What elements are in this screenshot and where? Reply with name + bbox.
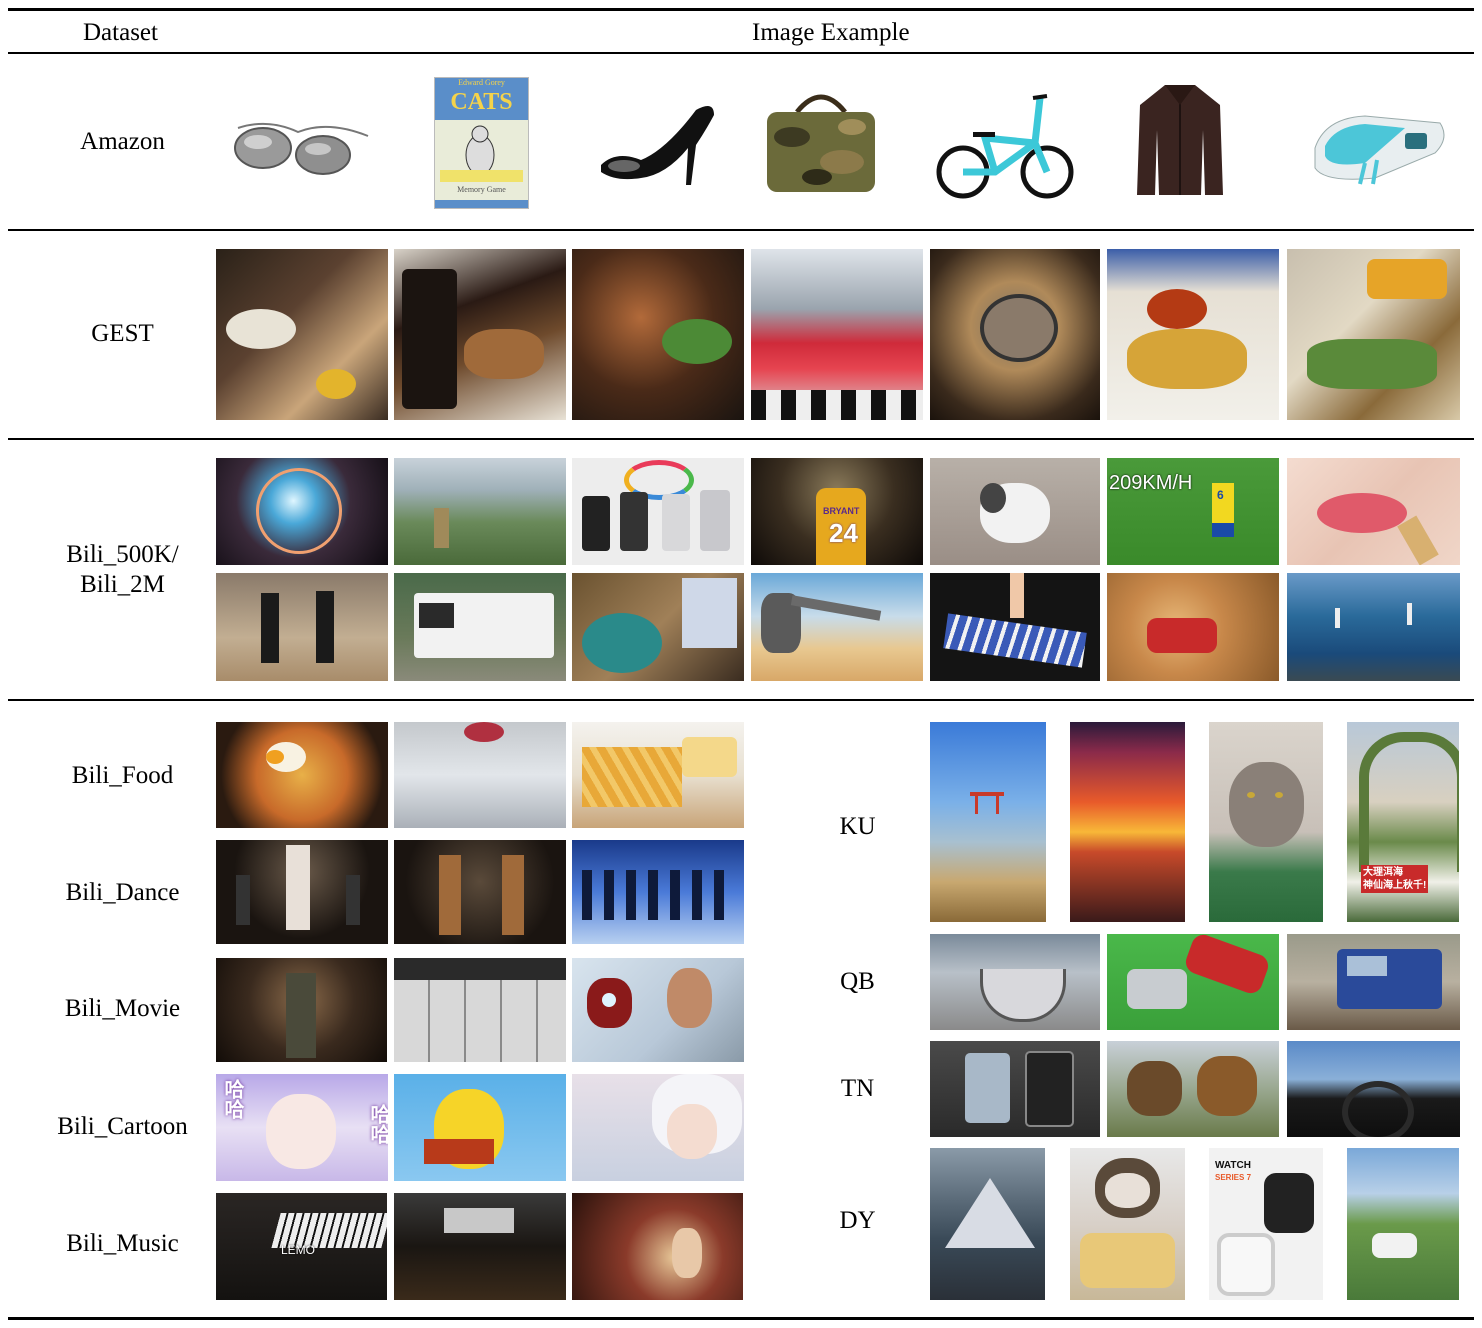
qb-coke-grinder-image <box>1107 934 1279 1030</box>
bili-movie-faces-image <box>394 958 566 1062</box>
row-label-bili-cartoon: Bili_Cartoon <box>57 1113 188 1140</box>
kobe-name: BRYANT <box>823 506 860 516</box>
row-label-bili-food: Bili_Food <box>71 762 174 789</box>
bili-cartoon-pikachu-image <box>394 1074 566 1181</box>
bili-music-concert-hall-image <box>572 1193 743 1300</box>
gest-image-5 <box>930 249 1100 420</box>
image-example-header: Image Example <box>752 19 910 46</box>
folding-bike-image <box>936 94 1074 199</box>
bili500k-lipstick-image <box>1287 458 1460 565</box>
bili-cartoon-inuyasha-image <box>572 1074 744 1181</box>
amazon-rule <box>8 229 1474 231</box>
tn-driving-image <box>1287 1041 1460 1137</box>
camo-bag-image <box>767 94 875 192</box>
header-rule <box>8 52 1474 54</box>
bili-dance-kpop-image <box>572 840 744 944</box>
bili-movie-ironman-image <box>572 958 744 1062</box>
cat-drawing <box>440 125 523 182</box>
top-rule <box>8 8 1474 11</box>
bili500k-rocket-image <box>1287 573 1460 681</box>
bili-dance-group-image <box>216 840 388 944</box>
row-label-bili500k-line2: Bili_2M <box>80 571 165 598</box>
row-label-bili-music: Bili_Music <box>66 1230 179 1257</box>
leather-jacket-image <box>1137 85 1223 195</box>
gest-image-3 <box>572 249 744 420</box>
sunglasses-image <box>234 122 369 175</box>
qb-halfpipe-image <box>930 934 1100 1030</box>
bili-food-shrimp-image <box>394 722 566 828</box>
bili500k-cards-image <box>930 573 1100 681</box>
bili-movie-loki-image <box>216 958 387 1062</box>
bili-music-orchestra-image <box>394 1193 566 1300</box>
ku-torii-beach-image <box>930 722 1046 922</box>
ku-maine-coon-cat-image <box>1209 722 1323 922</box>
bili500k-mountain-hiker-image <box>394 458 566 565</box>
bili500k-puppy-image <box>930 458 1100 565</box>
ku-flower-swing-image: 大理洱海 神仙海上秋千! <box>1347 722 1459 922</box>
cats-book-image: Edward Gorey CATS Memory Game <box>434 77 529 209</box>
tn-horses-image <box>1107 1041 1279 1137</box>
ku-sunset-sea-image <box>1070 722 1185 922</box>
bili500k-dance-studio-image <box>216 573 388 681</box>
bili500k-rv-image <box>394 573 566 681</box>
dy-snow-mountain-image <box>930 1148 1045 1300</box>
soccer-speed-text: 209KM/H <box>1109 472 1193 494</box>
watch-series-text: SERIES 7 <box>1215 1173 1252 1182</box>
dataset-header: Dataset <box>83 19 158 46</box>
bili-cartoon-anime-girl-image: 哈哈 哈哈 <box>216 1074 388 1181</box>
row-label-tn: TN <box>840 1075 875 1102</box>
gest-image-7 <box>1287 249 1460 420</box>
gest-image-1 <box>216 249 388 420</box>
bili-dance-duo-image <box>394 840 566 944</box>
phone-case-image <box>1314 115 1445 185</box>
soccer-jersey-number: 6 <box>1217 488 1224 502</box>
row-label-gest: GEST <box>91 320 154 347</box>
bili500k-rally-car-image <box>1107 573 1279 681</box>
row-label-dy: DY <box>839 1207 876 1234</box>
bili500k-rule <box>8 699 1474 701</box>
piano-brand-text: LEMO <box>281 1243 316 1257</box>
gest-image-2 <box>394 249 566 420</box>
bili500k-soccer-image: 209KM/H 6 <box>1107 458 1279 565</box>
book-author: Edward Gorey <box>458 78 505 87</box>
gest-image-4 <box>751 249 923 420</box>
bili500k-vinyl-image <box>572 573 744 681</box>
dy-dog-food-image <box>1070 1148 1185 1300</box>
bili500k-anime-lightning-image <box>216 458 388 565</box>
watch-brand-text: WATCH <box>1215 1160 1251 1171</box>
bili-music-piano-image: LEMO <box>216 1193 387 1300</box>
kobe-number: 24 <box>829 518 858 548</box>
row-label-bili-dance: Bili_Dance <box>65 879 180 906</box>
dy-game-car-image <box>1347 1148 1459 1300</box>
row-label-bili-movie: Bili_Movie <box>64 995 181 1022</box>
ku-chinese-caption: 大理洱海 神仙海上秋千! <box>1361 865 1429 893</box>
cartoon-haha-right: 哈哈 <box>367 1104 388 1144</box>
bili-food-fries-image <box>572 722 744 828</box>
tn-iphone-box-image <box>930 1041 1100 1137</box>
qb-truck-image <box>1287 934 1460 1030</box>
bili-food-noodles-image <box>216 722 388 828</box>
bottom-rule <box>8 1317 1474 1320</box>
gest-image-6 <box>1107 249 1279 420</box>
bili500k-robot-desert-image <box>751 573 923 681</box>
row-label-qb: QB <box>840 968 875 995</box>
book-title: CATS <box>450 89 513 115</box>
bili500k-iphones-image <box>572 458 744 565</box>
row-label-bili500k-line1: Bili_500K/ <box>66 541 179 568</box>
high-heel-image <box>601 106 714 185</box>
row-label-ku: KU <box>839 813 876 840</box>
row-label-bili500k: Bili_500K/ Bili_2M <box>20 540 225 600</box>
bili500k-kobe-image: BRYANT 24 <box>751 458 923 565</box>
cartoon-haha-left: 哈哈 <box>221 1079 243 1119</box>
row-label-amazon: Amazon <box>80 128 165 155</box>
gest-rule <box>8 438 1474 440</box>
dy-apple-watch-image: WATCH SERIES 7 <box>1209 1148 1323 1300</box>
